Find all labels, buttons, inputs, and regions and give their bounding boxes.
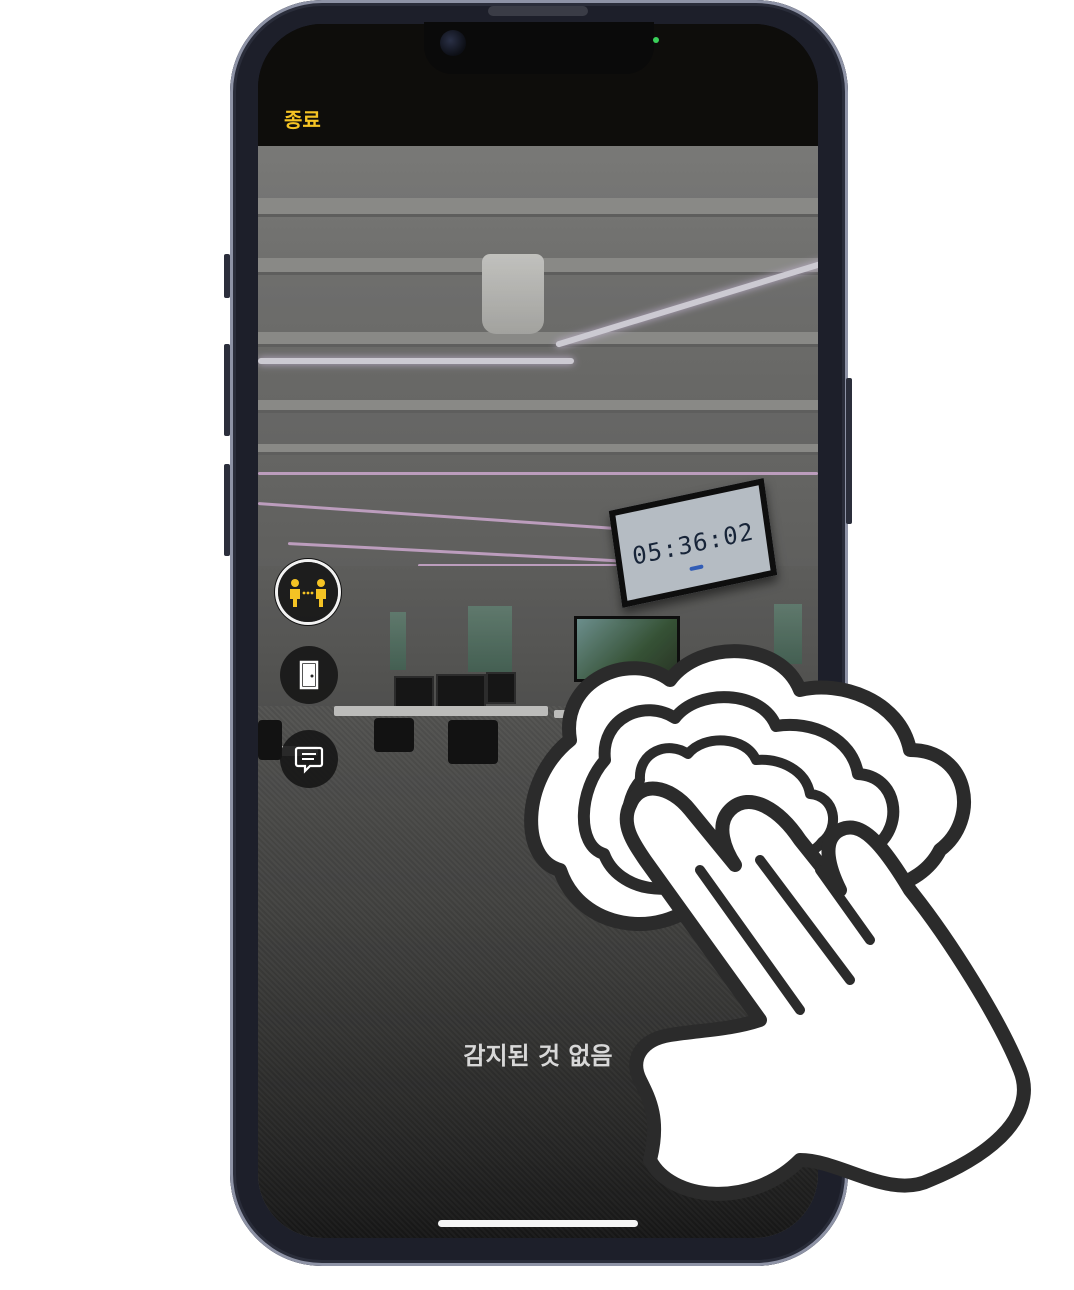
earpiece-speaker bbox=[488, 6, 588, 16]
speech-bubble-text-icon bbox=[294, 746, 324, 774]
dim-overlay bbox=[258, 146, 818, 1238]
people-distance-icon bbox=[290, 579, 326, 607]
camera-viewfinder[interactable]: 05:36:02 bbox=[258, 146, 818, 1238]
door-icon bbox=[299, 660, 319, 690]
front-camera-icon bbox=[440, 30, 466, 56]
volume-down-button bbox=[224, 464, 230, 556]
power-button bbox=[846, 378, 852, 524]
door-detection-button[interactable] bbox=[280, 646, 338, 704]
detection-status-label: 감지된 것 없음 bbox=[463, 1042, 613, 1070]
phone-screen: 종료 05:36:02 감지된 것 없음 bbox=[258, 24, 818, 1238]
text-detection-button[interactable] bbox=[280, 730, 338, 788]
end-button[interactable]: 종료 bbox=[284, 104, 321, 133]
stage: 종료 05:36:02 감지된 것 없음 bbox=[0, 0, 1074, 1290]
home-indicator[interactable] bbox=[438, 1220, 638, 1227]
volume-up-button bbox=[224, 344, 230, 436]
silent-switch bbox=[224, 254, 230, 298]
people-detection-button[interactable] bbox=[278, 562, 338, 622]
camera-in-use-indicator bbox=[653, 37, 659, 43]
